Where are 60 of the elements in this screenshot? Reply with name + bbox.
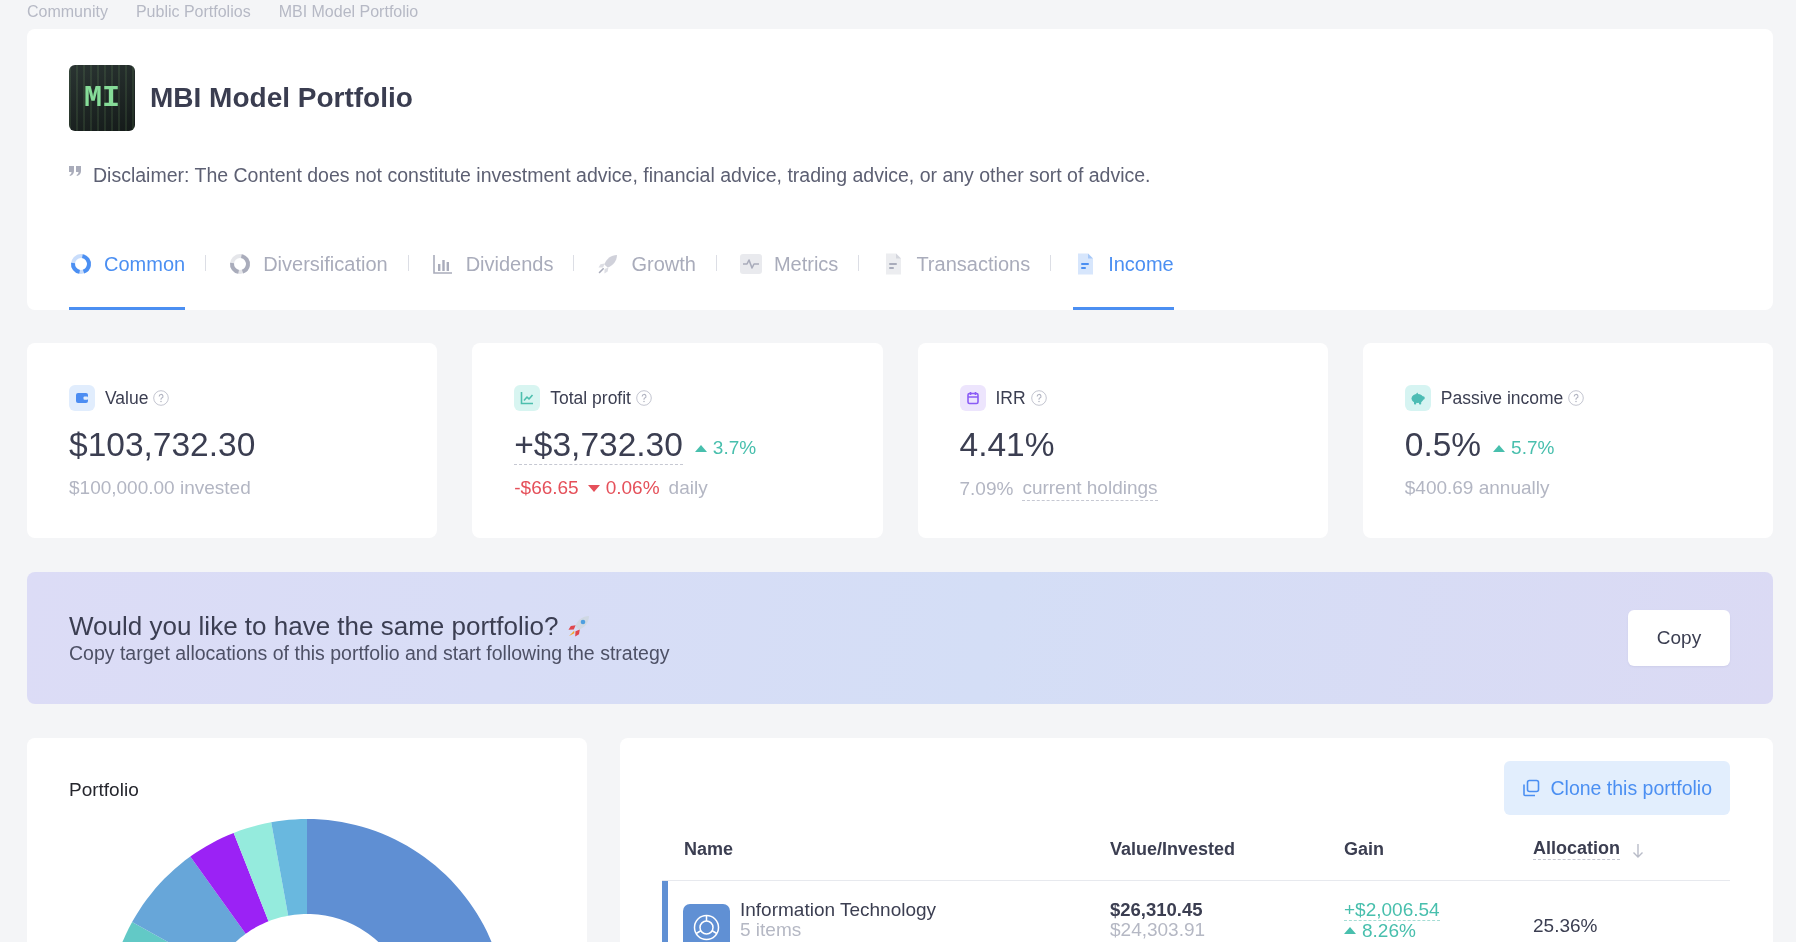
- chart-title: Portfolio: [69, 778, 139, 802]
- portfolio-logo: MI: [69, 65, 135, 131]
- holding-count: 5 items: [740, 920, 802, 940]
- help-icon: [153, 389, 170, 406]
- stat-label: Value: [105, 386, 149, 409]
- stat-detail: $400.69 annually: [1404, 476, 1550, 500]
- tab[interactable]: Dividends: [430, 240, 554, 310]
- help-icon: [1030, 389, 1047, 406]
- stat-detail: current holdings: [1022, 476, 1158, 501]
- stat-label: IRR: [995, 386, 1026, 409]
- stat-detail: -$66.65: [514, 476, 579, 500]
- clone-portfolio-button[interactable]: Clone this portfolio: [1504, 761, 1730, 815]
- calendar-icon: [959, 384, 986, 411]
- change-percent: 3.7%: [712, 436, 757, 460]
- tab[interactable]: Diversification: [228, 240, 388, 310]
- holding-gain: +$2,006.54: [1344, 900, 1440, 921]
- banner-title: Would you like to have the same portfolio?: [69, 611, 559, 641]
- column-header: Gain: [1344, 837, 1384, 860]
- column-header[interactable]: Allocation: [1533, 837, 1620, 860]
- portfolio-title: MBI Model Portfolio: [150, 81, 413, 115]
- help-icon: [636, 389, 652, 406]
- wallet-icon: [69, 384, 95, 411]
- breadcrumb-link[interactable]: Public Portfolios: [135, 3, 251, 21]
- holding-value: $26,310.45: [1110, 900, 1203, 920]
- help-icon: [1568, 389, 1585, 406]
- stat-value: 0.5%: [1404, 426, 1482, 464]
- pulse-icon: [738, 252, 763, 276]
- change-percent: 0.06%: [605, 476, 660, 500]
- tab[interactable]: Common: [69, 240, 186, 310]
- chart-icon: [514, 384, 541, 411]
- stat-detail: $100,000.00 invested: [69, 476, 251, 500]
- donut-chart-icon: [228, 252, 253, 276]
- stat-value: +$3,732.30: [514, 425, 683, 465]
- tab[interactable]: Transactions: [881, 240, 1031, 310]
- tab[interactable]: Metrics: [738, 240, 839, 310]
- tab[interactable]: Growth: [596, 240, 696, 310]
- copy-icon: [1522, 779, 1541, 797]
- copy-button[interactable]: Copy: [1628, 610, 1730, 666]
- holding-name: Information Technology: [740, 900, 937, 920]
- gain-percent: 8.26%: [1362, 921, 1416, 940]
- breadcrumb-link[interactable]: MBI Model Portfolio: [278, 3, 419, 21]
- stat-label: Total profit: [550, 386, 631, 409]
- stat-detail: daily: [668, 476, 708, 500]
- holding-allocation: 25.36%: [1533, 915, 1598, 936]
- breadcrumb-link[interactable]: Community: [27, 3, 108, 21]
- change-percent: 5.7%: [1511, 436, 1555, 460]
- quote-icon: [69, 166, 81, 176]
- column-header: Name: [684, 837, 734, 860]
- piggy-bank-icon: [1404, 384, 1431, 411]
- tab[interactable]: Income: [1073, 240, 1174, 310]
- stat-label: Passive income: [1440, 386, 1564, 409]
- stat-detail: 7.09%: [959, 476, 1014, 501]
- column-header: Value/Invested: [1110, 837, 1236, 860]
- holding-invested: $24,303.91: [1110, 920, 1206, 940]
- donut-chart-icon: [69, 252, 93, 276]
- disclaimer-text: Disclaimer: The Content does not constitute investment advice, financial advice, trading advice, or any other sort of advice.: [93, 163, 1151, 187]
- banner-subtitle: Copy target allocations of this portfolio and start following the strategy: [69, 641, 670, 665]
- bar-chart-icon: [430, 252, 455, 276]
- stat-value: $103,732.30: [69, 426, 256, 464]
- stat-value: 4.41%: [959, 426, 1055, 464]
